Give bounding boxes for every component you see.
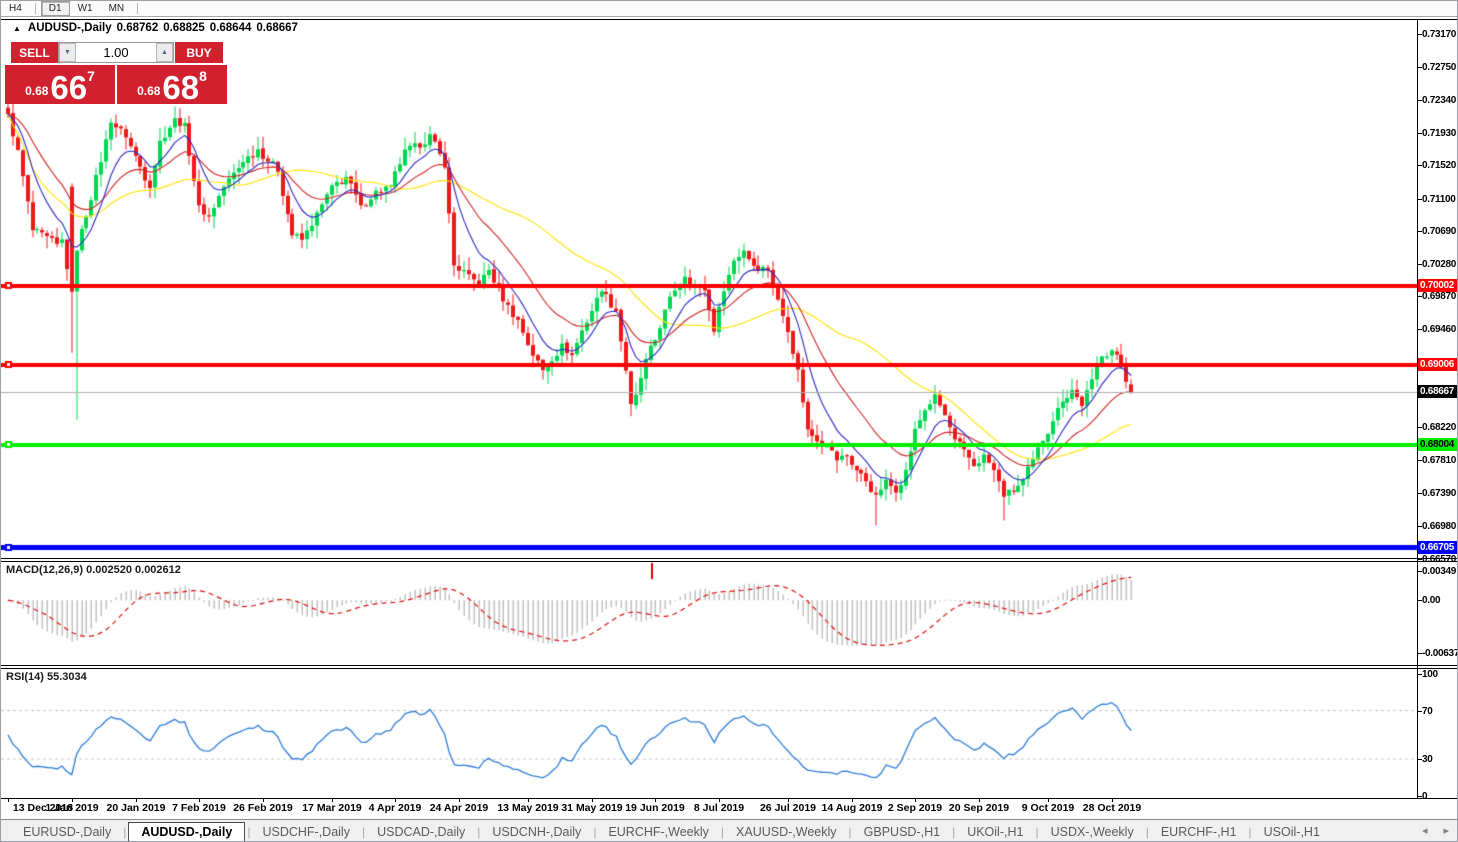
macd-pane-canvas[interactable] bbox=[1, 562, 1417, 665]
rsi-axis-label: 30 bbox=[1422, 754, 1458, 765]
symbol-label: AUDUSD-,Daily bbox=[28, 22, 112, 34]
macd-axis-label: 0.00 bbox=[1422, 595, 1458, 606]
date-axis-label: 8 Jul 2019 bbox=[679, 802, 759, 814]
sell-button[interactable]: SELL bbox=[11, 42, 58, 63]
pane-separator bbox=[1, 668, 1458, 669]
price-axis-label: 0.71100 bbox=[1422, 194, 1458, 205]
timeframe-button-mn[interactable]: MN bbox=[101, 1, 133, 16]
mt4-window: H4 D1W1MN ▲ AUDUSD-,Daily 0.68762 0.68825… bbox=[0, 0, 1458, 842]
volume-increase-button[interactable]: ▲ bbox=[156, 43, 173, 62]
rsi-pane-canvas[interactable] bbox=[1, 669, 1417, 797]
price-axis-label: 0.69460 bbox=[1422, 324, 1458, 335]
timeframe-button-h4[interactable]: H4 bbox=[1, 1, 30, 16]
price-axis-label: 0.72750 bbox=[1422, 62, 1458, 73]
ohlc-close: 0.68667 bbox=[256, 22, 298, 34]
timeframe-button-d1[interactable]: D1 bbox=[41, 1, 70, 16]
buy-price-prefix: 0.68 bbox=[137, 84, 160, 98]
price-axis-label: 0.70690 bbox=[1422, 226, 1458, 237]
sell-price-pip: 7 bbox=[87, 68, 95, 84]
buy-price-pip: 8 bbox=[199, 68, 207, 84]
ohlc-high: 0.68825 bbox=[163, 22, 205, 34]
tab-eurusd-daily[interactable]: EURUSD-,Daily bbox=[11, 823, 123, 841]
ohlc-low: 0.68644 bbox=[210, 22, 252, 34]
current-price-flag: 0.68667 bbox=[1418, 385, 1458, 398]
chart-title: ▲ AUDUSD-,Daily 0.68762 0.68825 0.68644 … bbox=[13, 22, 298, 34]
buy-price-big: 68 bbox=[162, 72, 199, 103]
tab-usdcnh-daily[interactable]: USDCNH-,Daily bbox=[480, 823, 593, 841]
rsi-axis-label: 100 bbox=[1422, 669, 1458, 680]
price-axis-label: 0.66570 bbox=[1422, 554, 1458, 565]
hline-price-flag: 0.66705 bbox=[1418, 541, 1458, 554]
date-axis-label: 20 Sep 2019 bbox=[939, 802, 1019, 814]
price-axis-label: 0.71520 bbox=[1422, 160, 1458, 171]
tab-usdcad-daily[interactable]: USDCAD-,Daily bbox=[365, 823, 477, 841]
tab-usdx-weekly[interactable]: USDX-,Weekly bbox=[1039, 823, 1146, 841]
tab-separator: | bbox=[123, 825, 126, 839]
chevron-up-icon: ▲ bbox=[161, 49, 168, 56]
macd-axis-label: 0.00349 bbox=[1422, 566, 1458, 577]
price-axis-label: 0.67390 bbox=[1422, 488, 1458, 499]
toolbar-separator bbox=[137, 3, 138, 14]
timeframe-button-w1[interactable]: W1 bbox=[70, 1, 101, 16]
rsi-axis-label: 0 bbox=[1422, 791, 1458, 802]
tab-usdchf-daily[interactable]: USDCHF-,Daily bbox=[250, 823, 362, 841]
price-axis-border bbox=[1417, 19, 1418, 798]
price-axis-label: 0.66980 bbox=[1422, 521, 1458, 532]
price-axis-label: 0.67810 bbox=[1422, 455, 1458, 466]
volume-stepper: ▼ 1.00 ▲ bbox=[58, 42, 174, 63]
date-axis-label: 28 Oct 2019 bbox=[1072, 802, 1152, 814]
timeframe-toolbar: H4 D1W1MN bbox=[1, 1, 1458, 17]
sell-price-big: 66 bbox=[50, 72, 87, 103]
buy-quote-button[interactable]: 0.68 68 8 bbox=[117, 65, 227, 104]
sell-quote-button[interactable]: 0.68 66 7 bbox=[5, 65, 115, 104]
buy-button[interactable]: BUY bbox=[175, 42, 223, 63]
date-axis-label: 24 Apr 2019 bbox=[419, 802, 499, 814]
price-axis-label: 0.70280 bbox=[1422, 259, 1458, 270]
tab-eurchf-weekly[interactable]: EURCHF-,Weekly bbox=[596, 823, 720, 841]
pane-separator bbox=[1, 798, 1458, 799]
tab-scroll-nav: ◂ ▸ bbox=[1422, 824, 1449, 837]
price-axis-label: 0.69870 bbox=[1422, 291, 1458, 302]
sell-price-prefix: 0.68 bbox=[25, 84, 48, 98]
volume-decrease-button[interactable]: ▼ bbox=[59, 43, 76, 62]
macd-indicator-label: MACD(12,26,9) 0.002520 0.002612 bbox=[6, 564, 181, 576]
tab-audusd-daily[interactable]: AUDUSD-,Daily bbox=[128, 822, 245, 842]
chevron-down-icon: ▼ bbox=[64, 49, 71, 56]
collapse-panel-icon[interactable]: ▲ bbox=[13, 24, 21, 33]
pane-separator bbox=[1, 665, 1458, 666]
tab-eurchf-h1[interactable]: EURCHF-,H1 bbox=[1149, 823, 1249, 841]
macd-axis-label: -0.00637 bbox=[1422, 648, 1458, 659]
chart-tab-bar: EURUSD-,Daily|AUDUSD-,Daily|USDCHF-,Dail… bbox=[1, 819, 1458, 842]
tab-gbpusd-h1[interactable]: GBPUSD-,H1 bbox=[852, 823, 952, 841]
tab-ukoil-h1[interactable]: UKOil-,H1 bbox=[955, 823, 1035, 841]
volume-value[interactable]: 1.00 bbox=[76, 43, 156, 62]
tab-scroll-right-icon[interactable]: ▸ bbox=[1443, 824, 1449, 837]
one-click-trading-panel: SELL ▼ 1.00 ▲ BUY 0.68 66 7 0.68 68 8 bbox=[5, 42, 229, 104]
rsi-axis-label: 70 bbox=[1422, 706, 1458, 717]
price-axis-label: 0.71930 bbox=[1422, 128, 1458, 139]
pane-separator bbox=[1, 558, 1458, 559]
pane-separator bbox=[1, 561, 1458, 562]
price-axis-label: 0.72340 bbox=[1422, 95, 1458, 106]
tab-scroll-left-icon[interactable]: ◂ bbox=[1422, 824, 1428, 837]
price-axis-label: 0.73170 bbox=[1422, 29, 1458, 40]
ohlc-open: 0.68762 bbox=[117, 22, 159, 34]
hline-price-flag: 0.70002 bbox=[1418, 279, 1458, 292]
tab-usoil-h1[interactable]: USOil-,H1 bbox=[1252, 823, 1332, 841]
rsi-indicator-label: RSI(14) 55.3034 bbox=[6, 671, 87, 683]
toolbar-separator bbox=[35, 3, 36, 14]
hline-price-flag: 0.68004 bbox=[1418, 438, 1458, 451]
hline-price-flag: 0.69006 bbox=[1418, 358, 1458, 371]
date-axis-label: 26 Feb 2019 bbox=[223, 802, 303, 814]
tab-xauusd-weekly[interactable]: XAUUSD-,Weekly bbox=[724, 823, 848, 841]
price-axis-label: 0.68220 bbox=[1422, 422, 1458, 433]
